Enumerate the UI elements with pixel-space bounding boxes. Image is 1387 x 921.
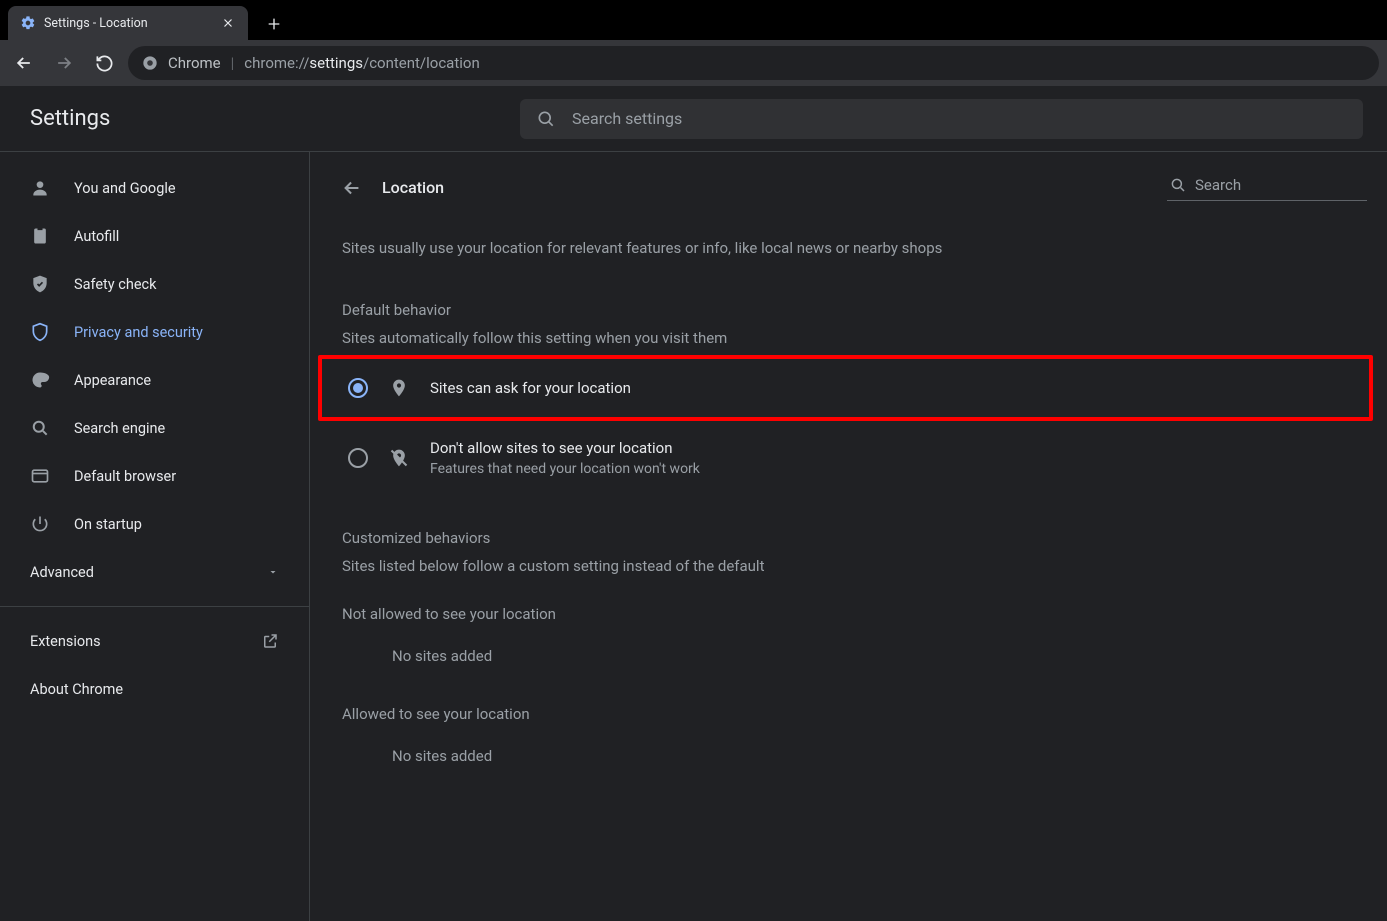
close-tab-icon[interactable]: [220, 15, 236, 31]
sidebar-item-autofill[interactable]: Autofill: [0, 212, 309, 260]
gear-icon: [20, 15, 36, 31]
page-intro: Sites usually use your location for rele…: [338, 219, 1367, 267]
sidebar-item-label: Search engine: [74, 420, 165, 437]
divider: [0, 606, 309, 607]
default-behavior-title: Default behavior: [338, 267, 1367, 323]
radio-dont-allow[interactable]: Don't allow sites to see your location F…: [338, 421, 1367, 495]
url-text: chrome://settings/content/location: [244, 54, 479, 72]
sidebar-item-about-chrome[interactable]: About Chrome: [0, 665, 309, 713]
sidebar-item-label: On startup: [74, 516, 142, 533]
location-icon: [388, 377, 410, 399]
search-icon: [536, 109, 556, 129]
browser-toolbar: Chrome | chrome://settings/content/locat…: [0, 40, 1387, 86]
sidebar-item-extensions[interactable]: Extensions: [0, 617, 309, 665]
search-settings-input[interactable]: Search settings: [520, 99, 1363, 139]
sidebar-item-label: Autofill: [74, 228, 119, 245]
divider: |: [231, 54, 235, 72]
clipboard-icon: [30, 226, 50, 246]
custom-behaviors-sub: Sites listed below follow a custom setti…: [338, 551, 1367, 575]
allowed-empty: No sites added: [338, 723, 1367, 775]
sidebar-advanced-label: Advanced: [30, 564, 94, 581]
sidebar-item-safety-check[interactable]: Safety check: [0, 260, 309, 308]
radio-label: Sites can ask for your location: [430, 379, 631, 397]
sidebar-item-label: Safety check: [74, 276, 156, 293]
radio-unselected-icon: [348, 448, 368, 468]
new-tab-button[interactable]: [260, 10, 288, 38]
settings-main: Location Search Sites usually use your l…: [310, 152, 1387, 921]
radio-label: Don't allow sites to see your location: [430, 439, 700, 457]
sidebar-about-label: About Chrome: [30, 681, 123, 698]
location-off-icon: [388, 447, 410, 469]
tab-title: Settings - Location: [44, 16, 148, 31]
back-button[interactable]: [8, 47, 40, 79]
settings-header: Settings Search settings: [0, 86, 1387, 152]
tab-strip: Settings - Location: [0, 0, 1387, 40]
default-behavior-sub: Sites automatically follow this setting …: [338, 323, 1367, 347]
reload-button[interactable]: [88, 47, 120, 79]
forward-button[interactable]: [48, 47, 80, 79]
radio-sublabel: Features that need your location won't w…: [430, 461, 700, 477]
browser-tab[interactable]: Settings - Location: [8, 6, 248, 40]
power-icon: [30, 514, 50, 534]
page-search-input[interactable]: Search: [1167, 174, 1367, 201]
settings-sidebar: You and Google Autofill Safety check Pri…: [0, 152, 310, 921]
allowed-title: Allowed to see your location: [338, 675, 1367, 723]
sidebar-item-label: You and Google: [74, 180, 176, 197]
sidebar-item-privacy-and-security[interactable]: Privacy and security: [0, 308, 309, 356]
not-allowed-empty: No sites added: [338, 623, 1367, 675]
sidebar-item-default-browser[interactable]: Default browser: [0, 452, 309, 500]
sidebar-item-appearance[interactable]: Appearance: [0, 356, 309, 404]
radio-sites-can-ask[interactable]: Sites can ask for your location: [338, 359, 1369, 417]
search-placeholder: Search settings: [572, 109, 682, 128]
address-bar[interactable]: Chrome | chrome://settings/content/locat…: [128, 46, 1379, 80]
custom-behaviors-title: Customized behaviors: [338, 495, 1367, 551]
sidebar-advanced-toggle[interactable]: Advanced: [0, 548, 309, 596]
sidebar-item-label: Default browser: [74, 468, 176, 485]
not-allowed-title: Not allowed to see your location: [338, 575, 1367, 623]
browser-icon: [30, 466, 50, 486]
palette-icon: [30, 370, 50, 390]
sidebar-item-label: Appearance: [74, 372, 151, 389]
settings-title: Settings: [30, 106, 520, 131]
chrome-logo-icon: [142, 55, 158, 71]
sidebar-item-label: Privacy and security: [74, 324, 203, 341]
chevron-down-icon: [267, 566, 279, 578]
url-chip: Chrome: [168, 54, 221, 72]
shield-icon: [30, 322, 50, 342]
search-icon: [1169, 176, 1187, 194]
page-search-placeholder: Search: [1195, 176, 1241, 194]
search-icon: [30, 418, 50, 438]
external-link-icon: [261, 632, 279, 650]
sidebar-extensions-label: Extensions: [30, 633, 101, 650]
radio-selected-icon: [348, 378, 368, 398]
annotation-highlight: Sites can ask for your location: [318, 355, 1373, 421]
sidebar-item-you-and-google[interactable]: You and Google: [0, 164, 309, 212]
sidebar-item-search-engine[interactable]: Search engine: [0, 404, 309, 452]
page-title: Location: [382, 178, 444, 197]
sidebar-item-on-startup[interactable]: On startup: [0, 500, 309, 548]
page-back-button[interactable]: [340, 176, 364, 200]
person-icon: [30, 178, 50, 198]
shield-check-icon: [30, 274, 50, 294]
